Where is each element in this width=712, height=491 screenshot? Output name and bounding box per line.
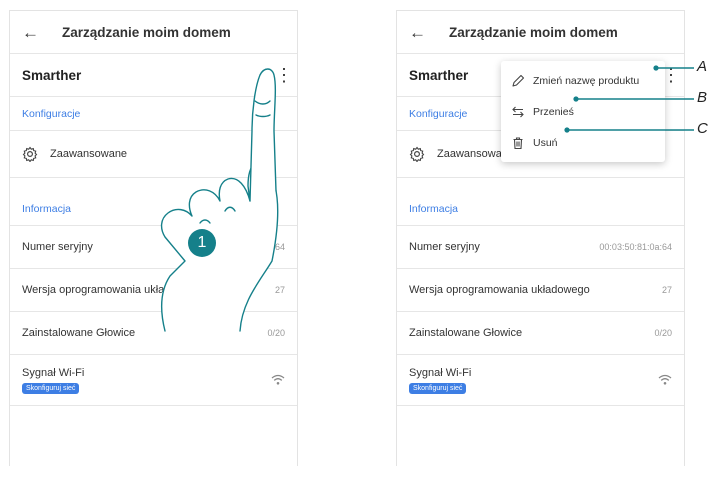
heads-label: Zainstalowane Głowice [409, 327, 523, 339]
menu-item-delete[interactable]: Usuń [501, 127, 665, 158]
firmware-value: 27 [661, 285, 672, 295]
top-bar: ← Zarządzanie moim domem [10, 11, 297, 54]
info-row-serial: Numer seryjny 00:03:50:81:0a:64 [397, 225, 684, 269]
serial-label: Numer seryjny [409, 241, 480, 253]
info-row-wifi: Sygnał Wi-Fi Skonfiguruj sieć [397, 355, 684, 406]
swap-arrows-icon [512, 106, 524, 117]
firmware-value: 27 [274, 285, 285, 295]
info-row-heads: Zainstalowane Głowice 0/20 [397, 312, 684, 355]
phone-screen-right: ← Zarządzanie moim domem Smarther ⋮ Konf… [396, 10, 685, 466]
back-arrow-icon[interactable]: ← [22, 24, 42, 41]
serial-value: 00:03:50:81:0a:64 [212, 242, 285, 252]
configure-network-button[interactable]: Skonfiguruj sieć [409, 382, 467, 394]
wifi-icon [658, 374, 672, 385]
configure-network-button[interactable]: Skonfiguruj sieć [22, 382, 80, 394]
gear-icon [409, 146, 425, 162]
menu-item-move[interactable]: Przenieś [501, 96, 665, 127]
advanced-settings-item[interactable]: Zaawansowane [10, 130, 297, 178]
serial-label: Numer seryjny [22, 241, 93, 253]
info-row-wifi: Sygnał Wi-Fi Skonfiguruj sieć [10, 355, 297, 406]
callout-c: C [697, 120, 708, 137]
advanced-settings-label: Zaawansowane [50, 148, 128, 160]
info-row-firmware: Wersja oprogramowania układowego 27 [10, 269, 297, 312]
serial-value: 00:03:50:81:0a:64 [599, 242, 672, 252]
more-options-icon[interactable]: ⋮ [275, 66, 293, 84]
page-title: Zarządzanie moim domem [62, 24, 231, 40]
firmware-label: Wersja oprogramowania układowego [409, 284, 590, 296]
callout-a: A [697, 58, 708, 75]
callout-b: B [697, 89, 708, 106]
product-header: Smarther ⋮ [10, 54, 297, 97]
info-section-label: Informacja [22, 202, 72, 215]
info-row-firmware: Wersja oprogramowania układowego 27 [397, 269, 684, 312]
firmware-label: Wersja oprogramowania układowego [22, 284, 203, 296]
page-title: Zarządzanie moim domem [449, 24, 618, 40]
heads-label: Zainstalowane Głowice [22, 327, 136, 339]
heads-value: 0/20 [654, 328, 672, 338]
menu-item-move-label: Przenieś [533, 105, 574, 118]
info-section-label: Informacja [409, 202, 459, 215]
product-name: Smarther [22, 67, 82, 83]
gear-icon [22, 146, 38, 162]
top-bar: ← Zarządzanie moim domem [397, 11, 684, 54]
menu-item-rename[interactable]: Zmień nazwę produktu [501, 65, 665, 96]
heads-value: 0/20 [267, 328, 285, 338]
product-name: Smarther [409, 67, 469, 83]
options-menu: Zmień nazwę produktu Przenieś Usuń [501, 61, 665, 162]
config-section-label: Konfiguracje [22, 107, 81, 120]
pencil-icon [512, 74, 525, 87]
info-row-serial: Numer seryjny 00:03:50:81:0a:64 [10, 225, 297, 269]
wifi-label: Sygnał Wi-Fi [22, 366, 85, 379]
info-row-heads: Zainstalowane Głowice 0/20 [10, 312, 297, 355]
wifi-label: Sygnał Wi-Fi [409, 366, 472, 379]
back-arrow-icon[interactable]: ← [409, 24, 429, 41]
step-badge: 1 [188, 229, 216, 257]
wifi-icon [271, 374, 285, 385]
trash-icon [513, 136, 523, 149]
menu-item-delete-label: Usuń [533, 136, 558, 149]
menu-item-rename-label: Zmień nazwę produktu [533, 74, 640, 87]
phone-screen-left: ← Zarządzanie moim domem Smarther ⋮ Konf… [9, 10, 298, 466]
